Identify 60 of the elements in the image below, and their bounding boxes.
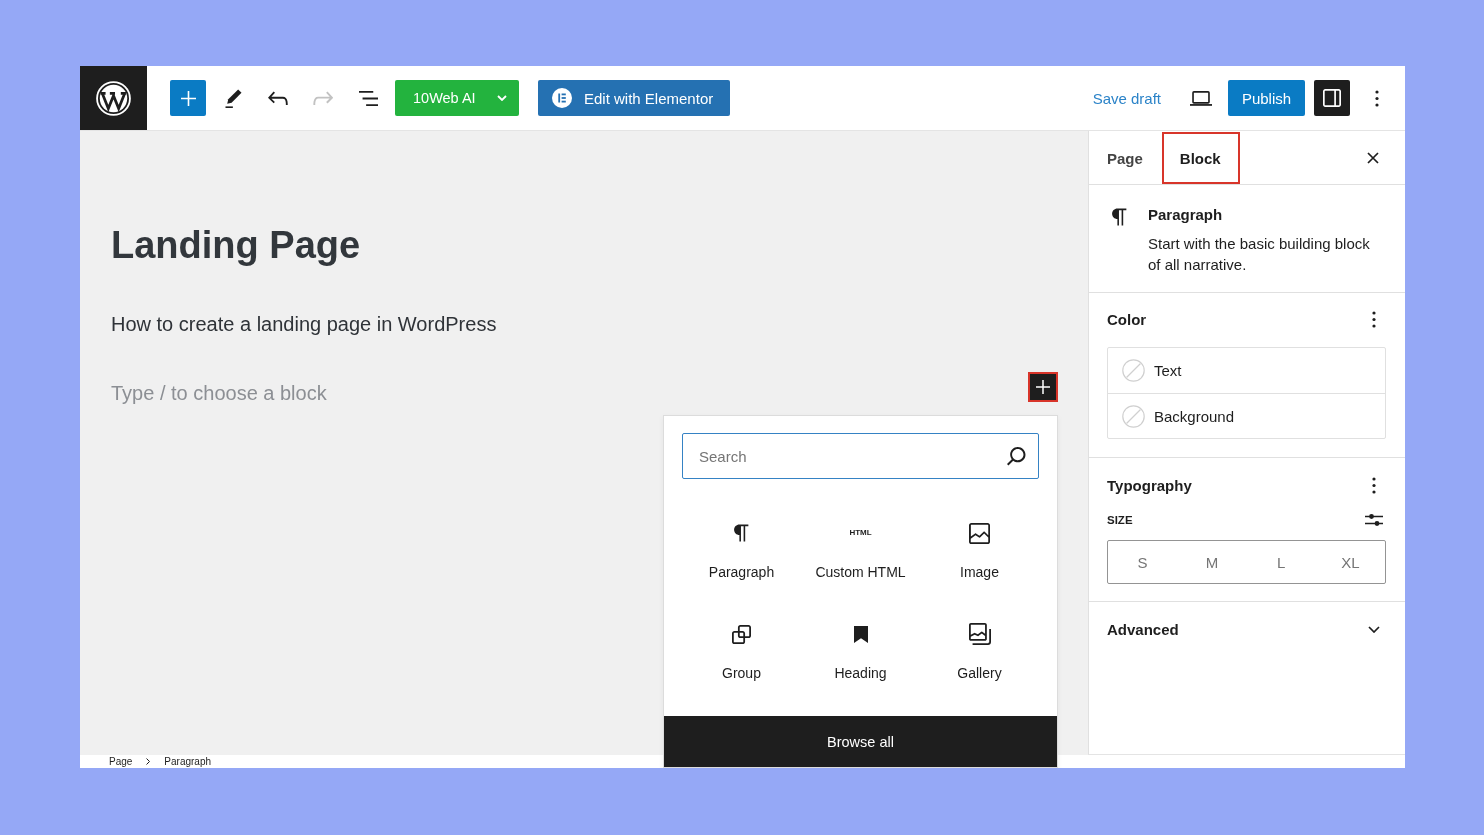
breadcrumb-link[interactable]: Paragraph [164,755,212,768]
more-vertical-icon [1372,310,1376,328]
pencil-icon [224,88,242,108]
bookmark-icon [853,625,868,643]
block-title: Paragraph [1148,205,1224,225]
list-view-icon [358,90,378,106]
sidebar-tab[interactable]: Page [1089,132,1162,184]
page-title[interactable]: Landing Page [111,220,1058,270]
empty-swatch-icon [1122,404,1145,428]
close-icon [1367,152,1379,164]
empty-swatch-icon [1122,359,1145,382]
laptop-icon [1190,90,1212,106]
search-icon [1007,446,1026,466]
block-item[interactable]: HTML Custom HTML [801,509,920,593]
sidebar-icon [1323,89,1341,107]
panel-toggle[interactable]: Advanced [1107,617,1386,641]
color-option[interactable]: Text [1108,348,1385,393]
html-icon: HTML [849,528,872,538]
block-description: Start with the basic building block of all narrative. [1148,234,1371,275]
redo-icon [313,91,333,105]
breadcrumb-link[interactable]: Page [109,755,133,768]
plus-icon [180,90,196,106]
more-vertical-icon [1375,89,1379,107]
block-item[interactable]: Heading [801,610,920,694]
size-option[interactable]: M [1177,541,1247,583]
add-block-button[interactable] [1028,372,1058,402]
color-option[interactable]: Background [1108,393,1385,438]
publish-button[interactable]: Publish [1228,80,1305,116]
paragraph-text[interactable]: How to create a landing page in WordPress [111,309,1058,339]
panel-title: Color [1107,310,1147,328]
size-option[interactable]: L [1246,541,1316,583]
sidebar-tab[interactable]: Block [1161,132,1240,184]
circle-logo-icon [552,88,572,108]
panel-title: Typography [1107,476,1192,494]
sliders-icon [1365,513,1383,527]
search-field[interactable]: Search [682,433,1039,479]
block-item[interactable]: Group [682,610,801,694]
add-block-button[interactable] [170,80,206,116]
block-item[interactable]: Gallery [920,610,1039,694]
browse-all-button[interactable]: Browse all [664,716,1057,767]
size-option[interactable]: S [1108,541,1178,583]
undo-icon [268,91,288,105]
pilcrow-icon [1112,208,1127,226]
block-item[interactable]: Image [920,509,1039,593]
more-vertical-icon [1372,476,1376,494]
size-label: SIZE [1107,514,1133,526]
edit-with-builder-button[interactable]: Edit with Elementor [538,80,730,116]
plus-icon [1036,380,1050,394]
group-icon [732,624,751,644]
logo-icon [96,80,131,116]
block-item[interactable]: Paragraph [682,509,801,593]
gallery-icon [968,623,991,645]
size-option[interactable]: XL [1315,541,1385,583]
chevron-down-icon [496,95,507,101]
logo-button[interactable] [80,66,147,130]
save-draft-button[interactable]: Save draft [1088,80,1165,116]
chevron-right-icon [146,758,151,765]
image-icon [969,522,990,544]
settings-toggle-button[interactable] [1314,80,1350,116]
pilcrow-icon [734,524,749,542]
